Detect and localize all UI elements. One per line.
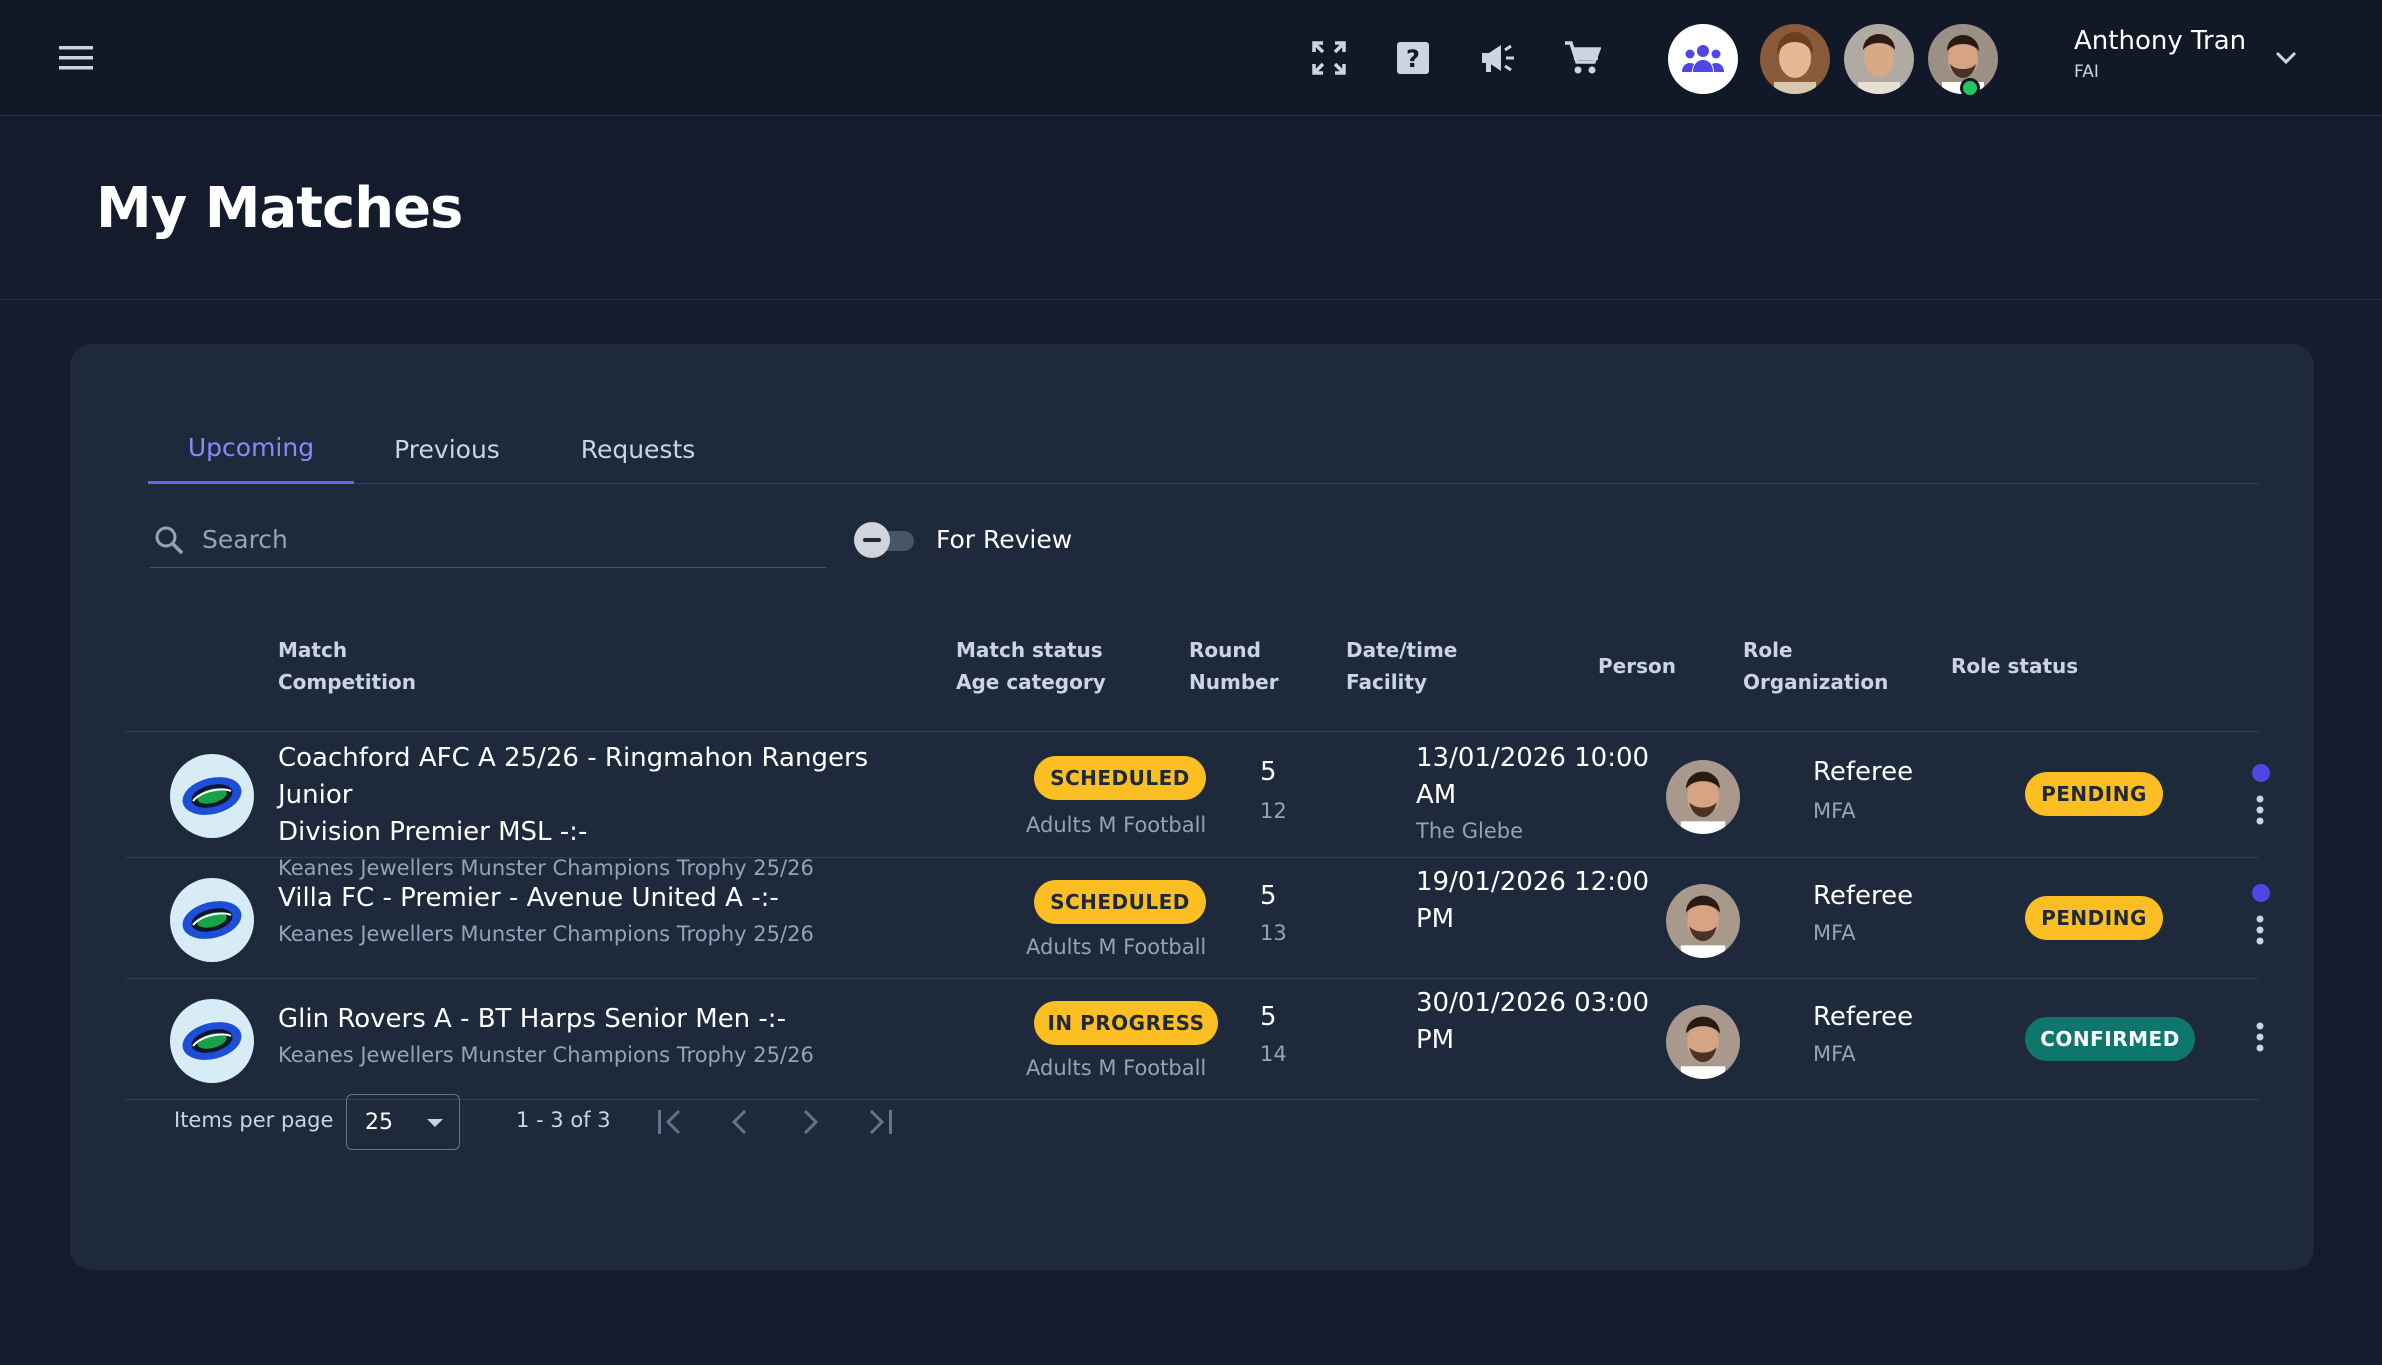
match-status-badge: SCHEDULED: [1034, 880, 1206, 924]
avatar-user-3[interactable]: [1844, 24, 1914, 94]
search-input[interactable]: [202, 525, 802, 554]
person-avatar: [1666, 884, 1740, 958]
match-title-cont[interactable]: Division Premier MSL -:-: [278, 814, 938, 851]
fullscreen-icon[interactable]: [1307, 36, 1351, 80]
age-category: Adults M Football: [1026, 813, 1207, 837]
items-per-page-select[interactable]: 25: [346, 1094, 460, 1150]
matches-card: Upcoming Previous Requests For Review Ma…: [70, 344, 2314, 1270]
table-row[interactable]: Coachford AFC A 25/26 - Ringmahon Ranger…: [126, 732, 2270, 880]
organization-value: MFA: [1813, 1042, 1856, 1066]
items-per-page-label: Items per page: [174, 1108, 334, 1132]
round-value: 5: [1260, 881, 1277, 911]
header-datetime: Date/time: [1346, 638, 1458, 662]
role-status-badge: PENDING: [2025, 772, 2163, 816]
competition-logo: [170, 878, 254, 962]
tab-requests[interactable]: Requests: [540, 414, 736, 484]
unread-indicator: [2252, 884, 2270, 902]
top-app-bar: ? Anthony Tran FAI: [0, 0, 2382, 116]
next-page-icon[interactable]: [788, 1100, 832, 1144]
match-number: 14: [1260, 1042, 1287, 1066]
header-number: Number: [1189, 670, 1279, 694]
first-page-icon[interactable]: [648, 1100, 692, 1144]
age-category: Adults M Football: [1026, 935, 1207, 959]
match-title[interactable]: Glin Rovers A - BT Harps Senior Men -:-: [278, 1001, 938, 1038]
header-match: Match: [278, 638, 348, 662]
header-round: Round: [1189, 638, 1261, 662]
chevron-down-icon[interactable]: [2266, 40, 2306, 76]
for-review-toggle[interactable]: [854, 520, 920, 560]
match-title[interactable]: Villa FC - Premier - Avenue United A -:-: [278, 880, 938, 917]
svg-text:?: ?: [1406, 45, 1420, 73]
unread-indicator: [2252, 764, 2270, 782]
organization-value: MFA: [1813, 799, 1856, 823]
help-icon[interactable]: ?: [1391, 36, 1435, 80]
role-value: Referee: [1813, 757, 1914, 787]
header-facility: Facility: [1346, 670, 1428, 694]
match-status-badge: SCHEDULED: [1034, 756, 1206, 800]
page-header: My Matches: [0, 116, 2382, 300]
match-time-period: PM: [1416, 1025, 1455, 1055]
age-category: Adults M Football: [1026, 1056, 1207, 1080]
round-value: 5: [1260, 757, 1277, 787]
search-icon: [155, 526, 184, 554]
header-age-category: Age category: [956, 670, 1106, 694]
role-status-badge: PENDING: [2025, 896, 2163, 940]
search-field: [150, 512, 826, 568]
cart-icon[interactable]: [1560, 36, 1604, 80]
header-person: Person: [1598, 654, 1676, 678]
more-options-icon[interactable]: [2246, 910, 2274, 950]
competition-logo: [170, 999, 254, 1083]
match-status-badge: IN PROGRESS: [1034, 1001, 1218, 1045]
previous-page-icon[interactable]: [718, 1100, 762, 1144]
match-date: 13/01/2026 10:00: [1416, 743, 1650, 773]
facility-name: The Glebe: [1416, 819, 1524, 843]
last-page-icon[interactable]: [858, 1100, 902, 1144]
person-avatar: [1666, 1005, 1740, 1079]
tab-upcoming[interactable]: Upcoming: [148, 414, 354, 484]
organization-value: MFA: [1813, 921, 1856, 945]
user-organization: FAI: [2074, 62, 2099, 82]
toggle-knob: [854, 522, 890, 558]
for-review-label: For Review: [936, 525, 1073, 554]
announcement-icon[interactable]: [1476, 36, 1520, 80]
header-competition: Competition: [278, 670, 416, 694]
match-date: 30/01/2026 03:00: [1416, 988, 1650, 1018]
competition-name: Keanes Jewellers Munster Champions Troph…: [278, 922, 814, 946]
items-per-page-value: 25: [365, 1109, 393, 1135]
header-role: Role: [1743, 638, 1793, 662]
competition-name: Keanes Jewellers Munster Champions Troph…: [278, 1043, 814, 1067]
caret-down-icon: [427, 1119, 443, 1127]
paginator: Items per page 25 1 - 3 of 3: [70, 1092, 2314, 1152]
header-role-status: Role status: [1951, 654, 2079, 678]
table-header: Match Competition Match status Age categor…: [126, 600, 2258, 732]
more-options-icon[interactable]: [2246, 1017, 2274, 1057]
avatar-user-2[interactable]: [1760, 24, 1830, 94]
page-range: 1 - 3 of 3: [516, 1108, 611, 1132]
role-status-badge: CONFIRMED: [2025, 1017, 2195, 1061]
match-time-period: AM: [1416, 780, 1457, 810]
group-icon: [1682, 45, 1724, 72]
more-options-icon[interactable]: [2246, 790, 2274, 830]
tab-previous[interactable]: Previous: [354, 414, 540, 484]
menu-icon[interactable]: [56, 40, 96, 76]
user-name[interactable]: Anthony Tran: [2074, 26, 2246, 56]
role-value: Referee: [1813, 1002, 1914, 1032]
round-value: 5: [1260, 1002, 1277, 1032]
match-number: 12: [1260, 799, 1287, 823]
match-number: 13: [1260, 921, 1287, 945]
table-row[interactable]: Villa FC - Premier - Avenue United A -:-…: [126, 858, 2270, 979]
role-value: Referee: [1813, 881, 1914, 911]
online-status-indicator: [1960, 78, 1980, 98]
match-title[interactable]: Coachford AFC A 25/26 - Ringmahon Ranger…: [278, 740, 938, 814]
competition-logo: [170, 754, 254, 838]
person-avatar: [1666, 760, 1740, 834]
page-title: My Matches: [96, 176, 463, 241]
header-organization: Organization: [1743, 670, 1889, 694]
match-time-period: PM: [1416, 904, 1455, 934]
header-match-status: Match status: [956, 638, 1103, 662]
tab-bar: Upcoming Previous Requests: [148, 414, 2258, 484]
table-row[interactable]: Glin Rovers A - BT Harps Senior Men -:- …: [126, 979, 2264, 1100]
match-date: 19/01/2026 12:00: [1416, 867, 1650, 897]
team-switch-button[interactable]: [1668, 24, 1738, 94]
